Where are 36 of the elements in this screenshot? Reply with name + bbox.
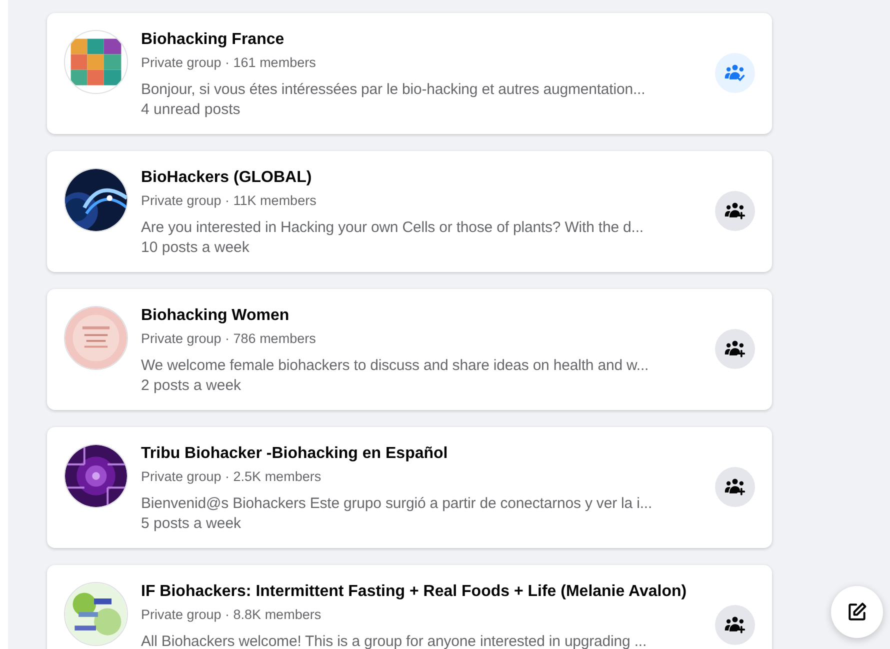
group-card[interactable]: Tribu Biohacker -Biohacking en Español Private group · 2.5K members Bienvenid@s Biohackers Este grupo surgió a partir de conectarnos y ver la i... 5 posts a week (47, 427, 772, 548)
group-name[interactable]: Tribu Biohacker -Biohacking en Español (141, 444, 702, 464)
group-name[interactable]: BioHackers (GLOBAL) (141, 168, 702, 188)
join-button[interactable] (715, 191, 755, 231)
group-add-icon (724, 476, 746, 498)
join-button[interactable] (715, 605, 755, 645)
group-card[interactable]: Biohacking Women Private group · 786 members We welcome female biohackers to discuss and share ideas on health and w... 2 posts a week (47, 289, 772, 410)
group-description: We welcome female biohackers to discuss and share ideas on health and w... (141, 356, 650, 376)
group-name[interactable]: Biohacking Women (141, 306, 702, 326)
group-meta: Private group · 786 members (141, 330, 317, 348)
group-name[interactable]: IF Biohackers: Intermittent Fasting + Real Foods + Life (Melanie Avalon) (141, 582, 702, 602)
group-meta: Private group · 11K members (141, 192, 318, 210)
join-button[interactable] (715, 329, 755, 369)
join-button[interactable] (715, 467, 755, 507)
group-activity: 2 posts a week (141, 376, 242, 396)
group-description: Bonjour, si vous étes intéressées par le bio-hacking et autres augmentation... (141, 80, 646, 100)
group-add-icon (724, 614, 746, 636)
group-description: Are you interested in Hacking your own Cells or those of plants? With the d... (141, 218, 644, 238)
group-card[interactable]: BioHackers (GLOBAL) Private group · 11K members Are you interested in Hacking your own Cells or those of plants? With the d... 10 posts a week (47, 151, 772, 272)
group-card[interactable]: IF Biohackers: Intermittent Fasting + Real Foods + Life (Melanie Avalon) Private group · 8.8K members All Biohackers welcome! This is a group for anyone interested in upgrading ... (47, 565, 772, 649)
group-activity: 10 posts a week (141, 238, 250, 258)
compose-button[interactable] (831, 586, 883, 638)
group-card[interactable]: Biohacking France Private group · 161 members Bonjour, si vous étes intéressées par le bio-hacking et autres augmentation... 4 unread posts (47, 13, 772, 134)
group-add-icon (724, 200, 746, 222)
group-name[interactable]: Biohacking France (141, 30, 702, 50)
group-activity: 4 unread posts (141, 100, 242, 120)
group-check-icon (724, 62, 746, 84)
group-add-icon (724, 338, 746, 360)
group-description: All Biohackers welcome! This is a group for anyone interested in upgrading ... (141, 632, 648, 649)
joined-button[interactable] (715, 53, 755, 93)
compose-icon (846, 601, 868, 623)
group-meta: Private group · 2.5K members (141, 468, 322, 486)
group-meta: Private group · 8.8K members (141, 606, 322, 624)
group-activity: 5 posts a week (141, 514, 242, 534)
group-description: Bienvenid@s Biohackers Este grupo surgió a partir de conectarnos y ver la i... (141, 494, 654, 514)
group-meta: Private group · 161 members (141, 54, 317, 72)
